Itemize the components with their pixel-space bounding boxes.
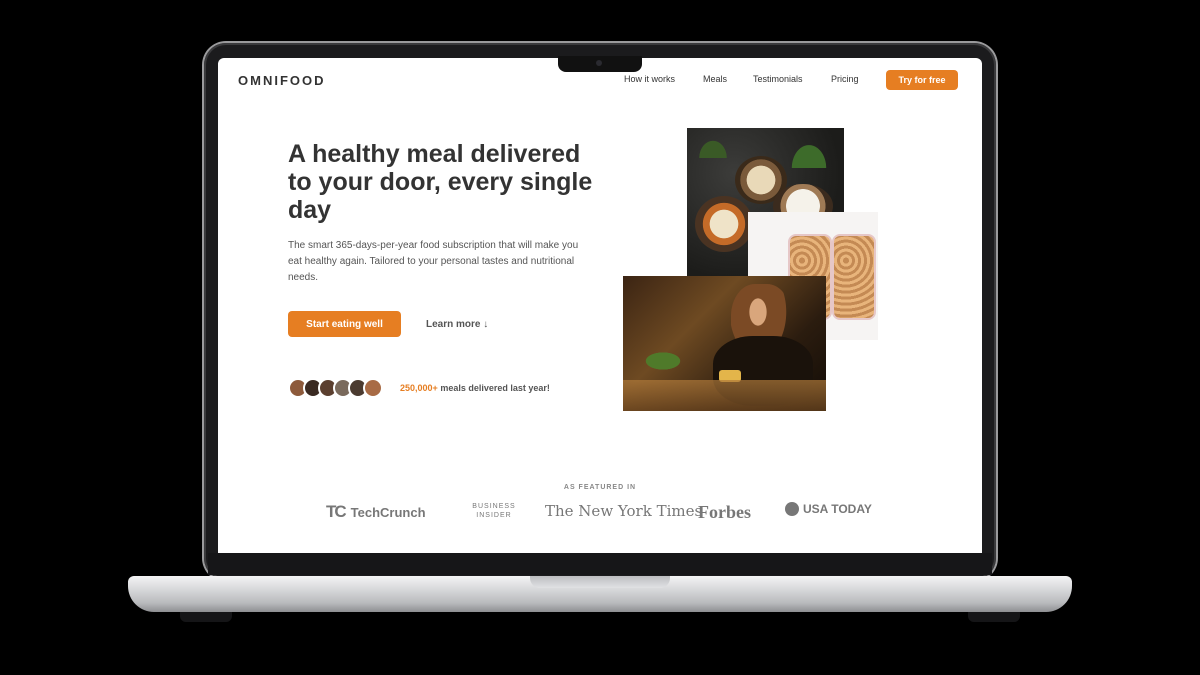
- featured-label: AS FEATURED IN: [563, 484, 637, 491]
- try-for-free-button[interactable]: Try for free: [886, 70, 958, 90]
- laptop-opening-notch: [530, 576, 670, 588]
- forbes-logo: Forbes: [698, 502, 751, 522]
- laptop-bezel: [208, 553, 992, 575]
- omnifood-logo[interactable]: OMNIFOOD: [238, 73, 326, 88]
- avatar: [363, 378, 383, 398]
- website-screen: OMNIFOOD How it works Meals Testimonials…: [218, 58, 982, 553]
- woman-eating-image: [623, 276, 826, 411]
- nav-how-it-works[interactable]: How it works: [624, 74, 675, 84]
- hero-description: The smart 365-days-per-year food subscri…: [288, 240, 579, 283]
- nav-pricing[interactable]: Pricing: [831, 74, 859, 84]
- start-eating-well-button[interactable]: Start eating well: [288, 311, 401, 337]
- nyt-logo: The New York Times: [545, 502, 703, 520]
- meals-delivered-label: meals delivered last year!: [440, 383, 550, 393]
- business-insider-logo: BUSINESS INSIDER: [472, 503, 516, 519]
- laptop-foot-right: [968, 612, 1020, 622]
- meals-delivered-count: 250,000+: [400, 383, 438, 393]
- hero-title: A healthy meal delivered to your door, e…: [288, 140, 593, 224]
- nav-testimonials[interactable]: Testimonials: [753, 74, 803, 84]
- nav-meals[interactable]: Meals: [703, 74, 727, 84]
- techcrunch-logo: TC TechCrunch: [326, 502, 426, 521]
- laptop-foot-left: [180, 612, 232, 622]
- camera-notch: [558, 56, 642, 72]
- customer-avatars: [288, 378, 383, 398]
- techcrunch-icon: TC: [326, 502, 347, 521]
- usa-today-logo: USA TODAY: [785, 502, 872, 516]
- meals-delivered-text: 250,000+ meals delivered last year!: [400, 383, 550, 393]
- usa-today-circle-icon: [785, 502, 799, 516]
- learn-more-link[interactable]: Learn more ↓: [426, 311, 488, 337]
